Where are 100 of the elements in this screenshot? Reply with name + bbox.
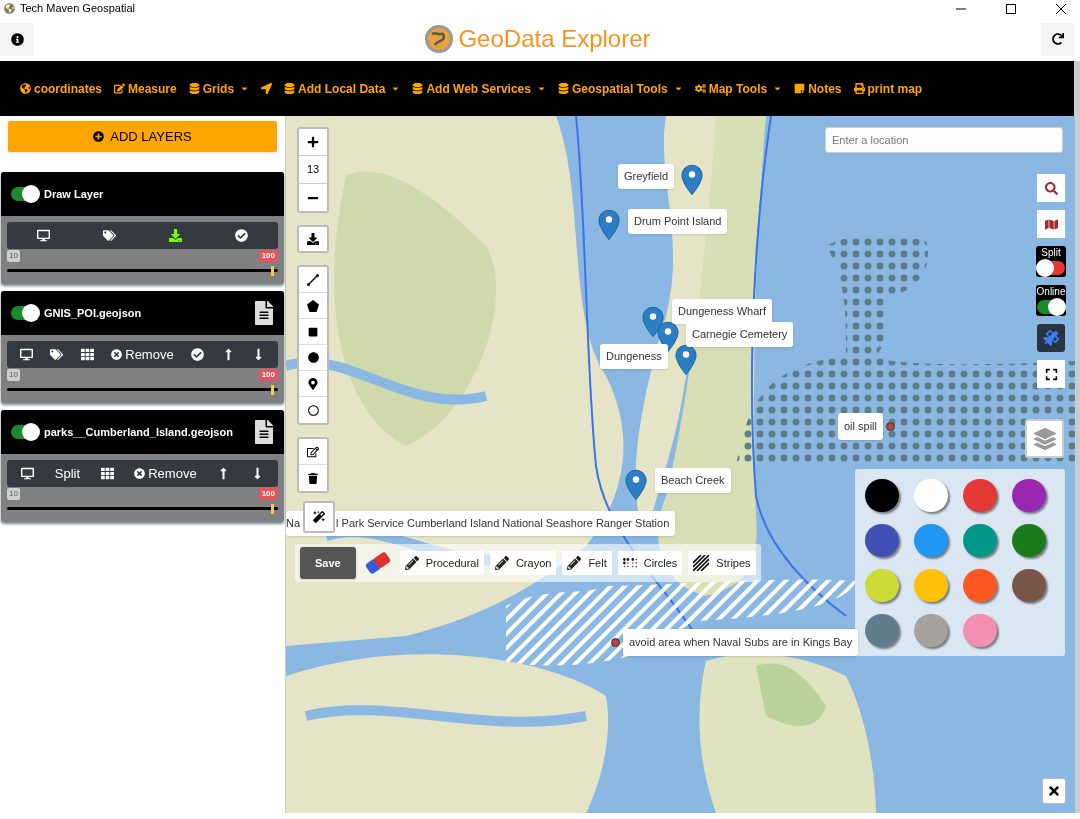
edit-button[interactable] (299, 439, 327, 465)
gears-icon (694, 83, 706, 94)
file-icon[interactable] (254, 420, 274, 444)
close-button[interactable] (1042, 778, 1066, 804)
menu-item[interactable]: Grids (188, 79, 250, 98)
remove-button[interactable]: Remove (111, 344, 174, 365)
save-button[interactable]: Save (300, 547, 356, 579)
pencil-icon (567, 556, 582, 570)
toggle-switch[interactable] (11, 306, 39, 320)
monitor-icon[interactable] (19, 348, 33, 361)
map-pin-icon[interactable] (598, 209, 620, 241)
label-text: Na (286, 516, 301, 532)
color-swatch[interactable] (914, 479, 948, 512)
search-button[interactable] (1037, 174, 1065, 202)
remove-button[interactable]: Remove (134, 463, 197, 484)
fullscreen-button[interactable] (1037, 360, 1065, 388)
brush-button[interactable]: Felt (562, 551, 612, 575)
slider-thumb[interactable] (271, 504, 274, 514)
layer-name: Draw Layer (44, 186, 104, 202)
monitor-icon[interactable] (37, 229, 51, 242)
download-icon (307, 233, 319, 245)
add-layers-button[interactable]: ADD LAYERS (8, 121, 277, 152)
map-area[interactable] (286, 116, 1080, 813)
brush-button[interactable]: Circles (617, 551, 683, 575)
map-pin-icon[interactable] (642, 306, 664, 338)
file-icon[interactable] (254, 301, 274, 325)
slider-value-badge: 100 (258, 250, 278, 262)
map-pin-icon[interactable] (681, 164, 703, 196)
draw-line-button[interactable] (299, 267, 327, 293)
edit-icon (307, 445, 319, 458)
menu-item[interactable]: Notes (794, 79, 842, 98)
map-pin-icon[interactable] (675, 344, 697, 376)
color-swatch[interactable] (865, 479, 899, 512)
check-icon[interactable] (191, 348, 205, 361)
maximize-icon[interactable] (1006, 3, 1016, 14)
menu-item[interactable] (261, 83, 273, 94)
menu-item[interactable]: Add Local Data (284, 79, 401, 98)
color-swatch[interactable] (914, 569, 948, 602)
menu-item[interactable]: Measure (114, 79, 177, 98)
menu-item[interactable]: Add Web Services (412, 79, 546, 98)
toggle-control[interactable]: Split (1036, 246, 1066, 277)
color-swatch[interactable] (914, 524, 948, 557)
toggle-switch[interactable] (11, 187, 39, 201)
note-label: oil spill (838, 413, 883, 440)
toggle-control[interactable]: Online (1036, 285, 1066, 316)
tags-icon[interactable] (103, 229, 117, 242)
opacity-slider[interactable] (7, 504, 278, 514)
location-search-field[interactable]: Enter a location (825, 127, 1063, 153)
menu-item[interactable]: print map (853, 79, 923, 98)
table-icon[interactable] (80, 348, 94, 361)
opacity-slider[interactable] (7, 266, 278, 276)
menu-item[interactable]: Map Tools (694, 79, 783, 98)
magic-wand-button[interactable] (305, 503, 333, 531)
table-icon[interactable] (100, 467, 114, 480)
toggle-switch[interactable] (1037, 261, 1065, 275)
map-button[interactable] (1037, 210, 1065, 238)
color-swatch[interactable] (914, 614, 948, 647)
remove-icon (134, 468, 146, 479)
tags-icon[interactable] (50, 348, 64, 361)
layer-name: GNIS_POI.geojson (44, 305, 142, 321)
slider-thumb[interactable] (271, 385, 274, 395)
menu-item[interactable]: Geospatial Tools (557, 79, 683, 98)
monitor-icon[interactable] (21, 467, 35, 480)
brush-button[interactable]: Crayon (489, 551, 557, 575)
opacity-slider[interactable] (7, 385, 278, 395)
trash-icon (308, 472, 318, 484)
toggle-switch[interactable] (1037, 300, 1065, 314)
color-swatch[interactable] (865, 569, 899, 602)
color-swatch[interactable] (1012, 524, 1046, 557)
toggle-switch[interactable] (11, 425, 39, 439)
toggle-label: Online (1036, 287, 1066, 297)
check-icon[interactable] (234, 229, 248, 242)
close-icon (1047, 784, 1061, 798)
brush-button[interactable]: Procedural (399, 551, 484, 575)
color-swatch[interactable] (963, 614, 997, 647)
slider-value-badge: 100 (258, 369, 278, 381)
color-swatch[interactable] (865, 524, 899, 557)
color-swatch[interactable] (1012, 479, 1046, 512)
satellite-button[interactable] (1037, 324, 1065, 352)
close-icon[interactable] (1056, 3, 1066, 14)
layers-button[interactable] (1025, 419, 1064, 458)
download-icon[interactable] (168, 229, 182, 242)
color-swatch[interactable] (963, 569, 997, 602)
zoom-in-button[interactable] (299, 129, 327, 156)
color-swatch[interactable] (963, 479, 997, 512)
download-button[interactable] (299, 227, 327, 251)
map-pin-icon[interactable] (625, 469, 647, 501)
slider-thumb[interactable] (271, 266, 274, 276)
color-swatch[interactable] (963, 524, 997, 557)
menu-item[interactable]: coordinates (20, 79, 102, 98)
refresh-button[interactable] (1041, 22, 1075, 56)
split-button[interactable]: Split (54, 463, 81, 484)
database-icon (412, 83, 424, 94)
info-button[interactable] (0, 22, 34, 56)
color-swatch[interactable] (865, 614, 899, 647)
color-swatch[interactable] (1012, 569, 1046, 602)
map-icon (1044, 217, 1058, 231)
note-label: avoid area when Naval Subs are in Kings Bay (623, 629, 859, 656)
printer-icon (853, 83, 865, 94)
brush-button[interactable]: Stripes (688, 551, 756, 575)
